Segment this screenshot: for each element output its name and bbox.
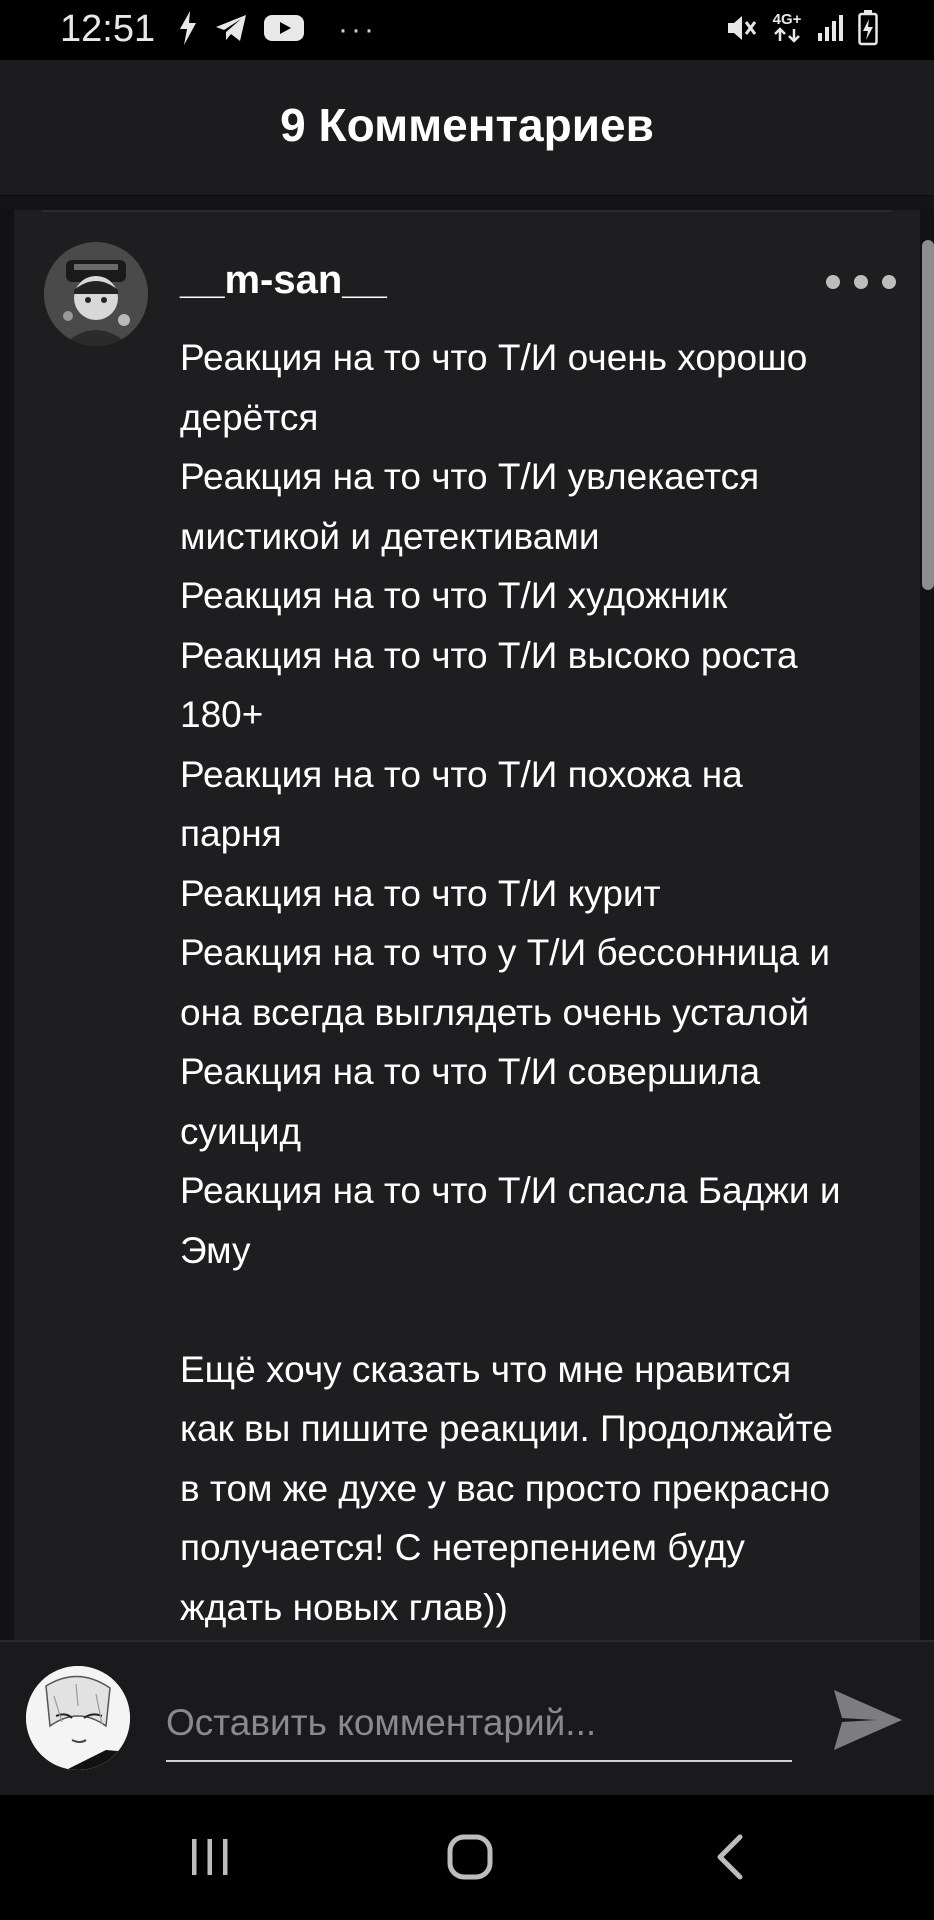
- system-nav-bar: [0, 1795, 934, 1920]
- comment-card: __m-san__ Реакция на то что Т/И очень хо…: [14, 210, 920, 1640]
- back-icon: [717, 1834, 743, 1880]
- signal-icon: [816, 13, 846, 48]
- current-user-avatar: [26, 1666, 130, 1770]
- status-more-indicator: ···: [338, 13, 377, 46]
- more-options-button[interactable]: [826, 268, 896, 296]
- recent-apps-icon: [192, 1839, 228, 1875]
- send-button[interactable]: [830, 1682, 906, 1758]
- youtube-icon: [264, 13, 304, 48]
- network-4g-icon: 4G+: [770, 12, 804, 48]
- home-button[interactable]: [438, 1825, 502, 1889]
- card-divider: [42, 210, 892, 212]
- home-icon: [447, 1834, 493, 1880]
- author-avatar[interactable]: [44, 242, 148, 346]
- recent-apps-button[interactable]: [178, 1825, 242, 1889]
- more-dot: [854, 275, 868, 289]
- header-divider: [0, 196, 934, 210]
- back-button[interactable]: [700, 1825, 764, 1889]
- comment-text: Реакция на то что Т/И очень хорошо дерёт…: [180, 337, 841, 1628]
- comment-input-bar: [0, 1640, 934, 1797]
- network-label: 4G+: [772, 11, 802, 28]
- status-left-icons: ···: [178, 10, 377, 50]
- more-dots-icon: [826, 275, 840, 289]
- comment-author[interactable]: __m-san__: [180, 258, 387, 303]
- battery-icon: [858, 9, 878, 51]
- status-time: 12:51: [60, 8, 156, 50]
- flash-icon: [178, 10, 198, 50]
- status-bar: 12:51 ··· 4G+: [0, 0, 934, 60]
- more-dot: [882, 275, 896, 289]
- status-right-icons: 4G+: [724, 9, 878, 51]
- scrollbar[interactable]: [922, 240, 934, 590]
- send-icon: [834, 1690, 902, 1750]
- comment-input[interactable]: [166, 1686, 792, 1762]
- telegram-icon: [214, 13, 248, 48]
- comments-header: 9 Комментариев: [0, 60, 934, 196]
- mute-icon: [724, 11, 758, 50]
- page-title: 9 Комментариев: [280, 99, 654, 151]
